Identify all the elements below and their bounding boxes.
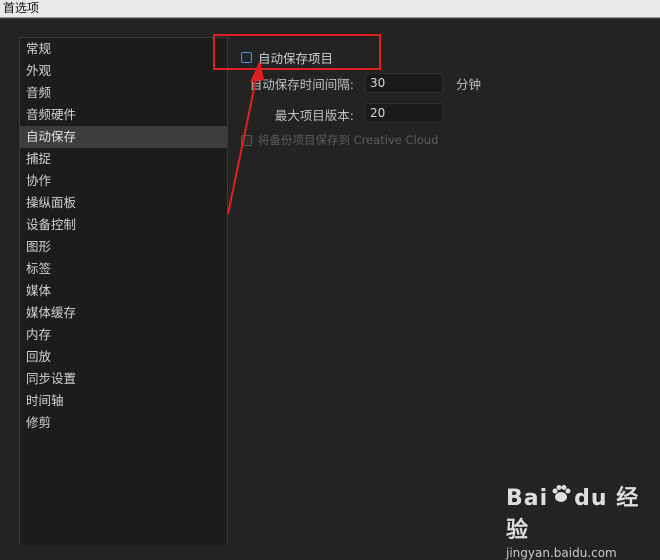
autosave-interval-label: 自动保存时间间隔: [249,77,354,92]
sidebar-item-device-control[interactable]: 设备控制 [20,214,227,236]
autosave-interval-input[interactable]: 30 [365,73,443,93]
watermark-brand: Bai [506,486,549,511]
sidebar-item-sync-settings[interactable]: 同步设置 [20,368,227,390]
watermark-url: jingyan.baidu.com [506,546,617,560]
cloud-backup-label: 将备份项目保存到 Creative Cloud [258,133,439,147]
sidebar-item-trim[interactable]: 修剪 [20,412,227,434]
sidebar-item-capture[interactable]: 捕捉 [20,148,227,170]
sidebar-item-audio-hardware[interactable]: 音频硬件 [20,104,227,126]
interval-unit-label: 分钟 [456,77,482,92]
sidebar-item-control-surface[interactable]: 操纵面板 [20,192,227,214]
sidebar-item-playback[interactable]: 回放 [20,346,227,368]
sidebar-item-labels[interactable]: 标签 [20,258,227,280]
annotation-highlight-box [213,34,381,70]
autosave-panel: 自动保存项目 自动保存时间间隔: 30 分钟 最大项目版本: 20 将备份项目保… [228,37,660,545]
sidebar-item-timeline[interactable]: 时间轴 [20,390,227,412]
sidebar-item-media-cache[interactable]: 媒体缓存 [20,302,227,324]
watermark-brand2: du [574,486,608,511]
sidebar-item-graphics[interactable]: 图形 [20,236,227,258]
sidebar-item-collaboration[interactable]: 协作 [20,170,227,192]
sidebar-item-general[interactable]: 常规 [20,38,227,60]
window-title: 首选项 [0,0,660,18]
cloud-backup-row: 将备份项目保存到 Creative Cloud [241,132,438,148]
cloud-backup-checkbox [241,134,252,146]
sidebar-item-audio[interactable]: 音频 [20,82,227,104]
max-versions-label: 最大项目版本: [274,108,354,123]
sidebar-item-appearance[interactable]: 外观 [20,60,227,82]
baidu-jingyan-watermark: Bai du 经验 jingyan.baidu.com [506,480,656,560]
paw-icon [550,483,572,511]
max-versions-input[interactable]: 20 [365,103,443,123]
sidebar-item-media[interactable]: 媒体 [20,280,227,302]
sidebar-item-autosave[interactable]: 自动保存 [20,126,227,148]
preferences-sidebar: 常规 外观 音频 音频硬件 自动保存 捕捉 协作 操纵面板 设备控制 图形 标签… [19,37,228,545]
sidebar-item-memory[interactable]: 内存 [20,324,227,346]
